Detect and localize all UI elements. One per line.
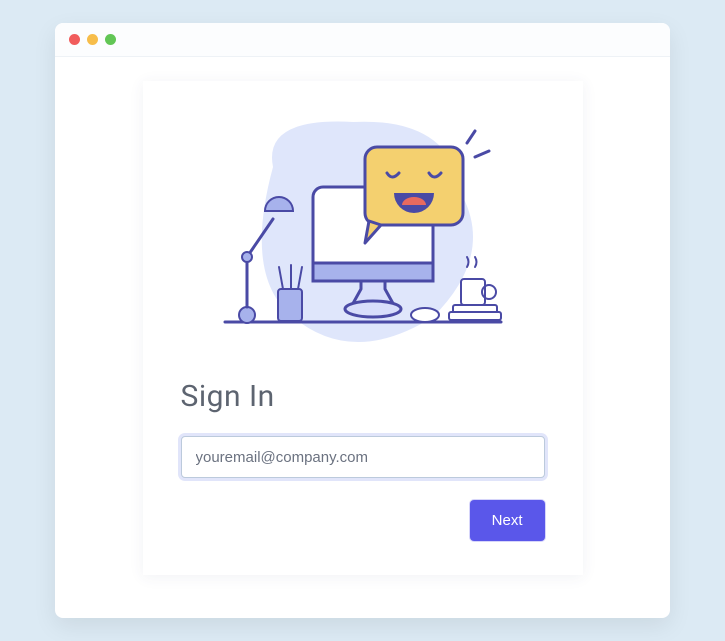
content-area: Sign In Next <box>55 57 670 609</box>
hero-illustration <box>181 107 545 357</box>
signin-heading: Sign In <box>181 379 545 414</box>
window-close-icon[interactable] <box>69 34 80 45</box>
email-input[interactable] <box>181 436 545 478</box>
browser-window: Sign In Next <box>55 23 670 618</box>
next-button[interactable]: Next <box>470 500 545 541</box>
window-minimize-icon[interactable] <box>87 34 98 45</box>
signin-card: Sign In Next <box>143 81 583 575</box>
actions-row: Next <box>181 500 545 541</box>
window-zoom-icon[interactable] <box>105 34 116 45</box>
window-titlebar <box>55 23 670 57</box>
desk-illustration-icon <box>203 107 523 357</box>
